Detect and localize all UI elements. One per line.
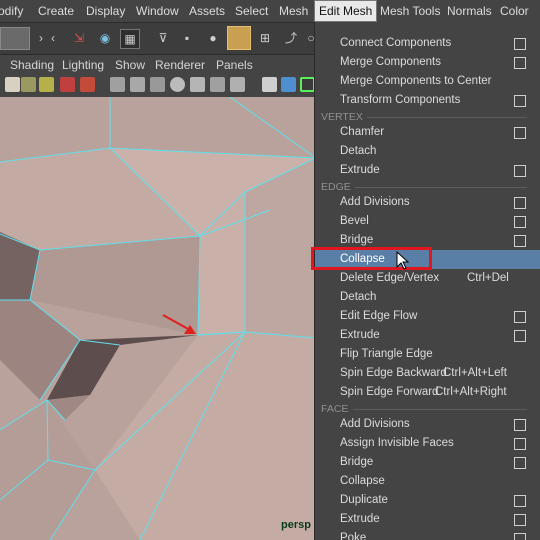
section-header-edge: EDGE bbox=[315, 180, 540, 194]
menu-color[interactable]: Color bbox=[496, 0, 533, 22]
menu-normals[interactable]: Normals bbox=[443, 0, 496, 22]
select-by-hierarchy-icon[interactable]: ⇲ bbox=[70, 29, 88, 47]
textured-icon[interactable] bbox=[230, 77, 245, 92]
camera-label: persp bbox=[281, 519, 311, 531]
menu-select[interactable]: Select bbox=[231, 0, 272, 22]
menu-item-vertex-detach[interactable]: Detach bbox=[315, 142, 540, 161]
smooth-shade-icon[interactable] bbox=[281, 77, 296, 92]
menu-item-edge-spin-forward[interactable]: Spin Edge Forward Ctrl+Alt+Right bbox=[315, 383, 540, 402]
menu-item-face-add-divisions[interactable]: Add Divisions bbox=[315, 415, 540, 434]
grease-pencil-icon[interactable] bbox=[80, 77, 95, 92]
highlight-callout bbox=[311, 247, 432, 270]
two-d-pan-icon[interactable] bbox=[60, 77, 75, 92]
red-arrow-icon bbox=[162, 314, 196, 334]
panel-menu-shading[interactable]: Shading bbox=[10, 55, 54, 75]
menu-item-merge-components-to-center[interactable]: Merge Components to Center bbox=[315, 72, 540, 91]
snap-edge-icon[interactable]: ▪ bbox=[178, 29, 196, 47]
option-box-icon[interactable] bbox=[514, 419, 526, 431]
option-box-icon[interactable] bbox=[514, 197, 526, 209]
panel-menu-renderer[interactable]: Renderer bbox=[155, 55, 205, 75]
option-box-icon[interactable] bbox=[514, 165, 526, 177]
option-box-icon[interactable] bbox=[514, 235, 526, 247]
option-box-icon[interactable] bbox=[514, 57, 526, 69]
menu-item-edge-bevel[interactable]: Bevel bbox=[315, 212, 540, 231]
snap-grid-icon[interactable]: ⊞ bbox=[256, 29, 274, 47]
menu-item-face-poke[interactable]: Poke bbox=[315, 529, 540, 540]
menu-item-face-assign-invisible[interactable]: Assign Invisible Faces bbox=[315, 434, 540, 453]
option-box-icon[interactable] bbox=[514, 495, 526, 507]
gate-mask-icon[interactable] bbox=[170, 77, 185, 92]
menu-item-merge-components[interactable]: Merge Components bbox=[315, 53, 540, 72]
option-box-icon[interactable] bbox=[514, 38, 526, 50]
menu-item-edge-delete-edge-vertex[interactable]: Delete Edge/Vertex Ctrl+Del bbox=[315, 269, 540, 288]
wireframe-on-shaded-icon[interactable] bbox=[300, 77, 315, 92]
mouse-cursor-icon bbox=[396, 251, 410, 270]
resolution-gate-icon[interactable] bbox=[150, 77, 165, 92]
option-box-icon[interactable] bbox=[514, 438, 526, 450]
menu-item-face-collapse[interactable]: Collapse bbox=[315, 472, 540, 491]
option-box-icon[interactable] bbox=[514, 457, 526, 469]
menu-window[interactable]: Window bbox=[132, 0, 183, 22]
option-box-icon[interactable] bbox=[514, 95, 526, 107]
menu-item-transform-components[interactable]: Transform Components bbox=[315, 91, 540, 110]
menu-item-edge-detach[interactable]: Detach bbox=[315, 288, 540, 307]
menu-item-face-extrude[interactable]: Extrude bbox=[315, 510, 540, 529]
grid-icon[interactable] bbox=[110, 77, 125, 92]
option-box-icon[interactable] bbox=[514, 514, 526, 526]
menu-display[interactable]: Display bbox=[82, 0, 129, 22]
film-gate-icon[interactable] bbox=[130, 77, 145, 92]
snap-vertex-icon[interactable]: ⊽ bbox=[154, 29, 172, 47]
shortcut-label: Ctrl+Del bbox=[467, 272, 509, 284]
shortcut-label: Ctrl+Alt+Left bbox=[443, 367, 507, 379]
snap-point-icon[interactable]: ⤴ bbox=[282, 29, 300, 47]
select-by-component-icon[interactable]: ▦ bbox=[120, 29, 140, 49]
field-chart-icon[interactable] bbox=[190, 77, 205, 92]
menu-edit-mesh[interactable]: Edit Mesh bbox=[314, 0, 378, 22]
menu-item-connect-components[interactable]: Connect Components bbox=[315, 34, 540, 53]
select-by-object-icon[interactable]: ◉ bbox=[96, 29, 114, 47]
wireframe-icon[interactable] bbox=[262, 77, 277, 92]
menu-item-vertex-chamfer[interactable]: Chamfer bbox=[315, 123, 540, 142]
section-header-vertex: VERTEX bbox=[315, 110, 540, 124]
chevron-left-icon[interactable]: ‹ bbox=[44, 29, 62, 47]
menu-mesh-tools[interactable]: Mesh Tools bbox=[376, 0, 444, 22]
menu-item-edge-extrude[interactable]: Extrude bbox=[315, 326, 540, 345]
menu-item-face-duplicate[interactable]: Duplicate bbox=[315, 491, 540, 510]
menu-item-edge-flip-triangle-edge[interactable]: Flip Triangle Edge bbox=[315, 345, 540, 364]
menu-item-edge-edit-edge-flow[interactable]: Edit Edge Flow bbox=[315, 307, 540, 326]
menu-create[interactable]: Create bbox=[34, 0, 78, 22]
bookmark-icon[interactable] bbox=[21, 77, 36, 92]
safe-action-icon[interactable] bbox=[210, 77, 225, 92]
panel-toolbar bbox=[0, 75, 315, 96]
menu-item-vertex-extrude[interactable]: Extrude bbox=[315, 161, 540, 180]
mode-selector-dropdown[interactable] bbox=[0, 27, 30, 50]
menu-item-edge-spin-backward[interactable]: Spin Edge Backward Ctrl+Alt+Left bbox=[315, 364, 540, 383]
menu-item-face-bridge[interactable]: Bridge bbox=[315, 453, 540, 472]
option-box-icon[interactable] bbox=[514, 533, 526, 540]
snap-face-icon[interactable]: ● bbox=[204, 29, 222, 47]
status-toolbar: › ‹ ⇲ ◉ ▦ ⊽ ▪ ● ⊞ ⤴ ○ bbox=[0, 23, 315, 55]
main-menubar: odify Create Display Window Assets Selec… bbox=[0, 0, 540, 23]
option-box-icon[interactable] bbox=[514, 216, 526, 228]
shortcut-label: Ctrl+Alt+Right bbox=[435, 386, 507, 398]
panel-menu-panels[interactable]: Panels bbox=[216, 55, 253, 75]
panel-menu-show[interactable]: Show bbox=[115, 55, 145, 75]
image-plane-icon[interactable] bbox=[39, 77, 54, 92]
perspective-viewport[interactable] bbox=[0, 97, 316, 540]
menu-mesh[interactable]: Mesh bbox=[275, 0, 312, 22]
snap-curve-icon[interactable] bbox=[227, 26, 251, 50]
edit-mesh-dropdown: Connect Components Merge Components Merg… bbox=[314, 22, 540, 540]
menu-modify[interactable]: odify bbox=[0, 0, 27, 22]
menu-assets[interactable]: Assets bbox=[185, 0, 229, 22]
menu-item-edge-add-divisions[interactable]: Add Divisions bbox=[315, 193, 540, 212]
option-box-icon[interactable] bbox=[514, 330, 526, 342]
option-box-icon[interactable] bbox=[514, 311, 526, 323]
option-box-icon[interactable] bbox=[514, 127, 526, 139]
panel-menubar: Shading Lighting Show Renderer Panels bbox=[0, 55, 314, 75]
camera-attributes-icon[interactable] bbox=[5, 77, 20, 92]
panel-menu-lighting[interactable]: Lighting bbox=[62, 55, 104, 75]
section-header-face: FACE bbox=[315, 402, 540, 416]
